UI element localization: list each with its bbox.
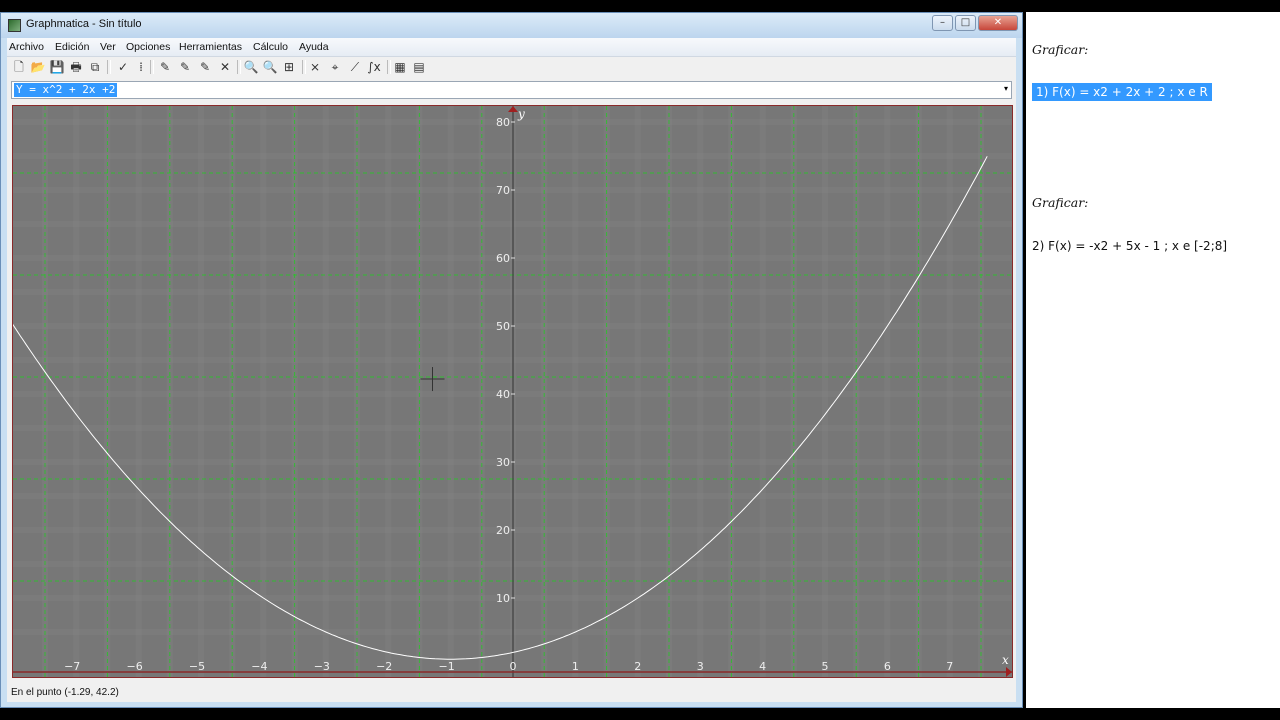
y-tick-label: 40 — [496, 388, 510, 401]
y-tick-label: 10 — [496, 592, 510, 605]
title-bar[interactable]: Graphmatica - Sin título – □ ✕ — [1, 13, 1022, 38]
trace-icon[interactable]: ⌖ — [327, 59, 343, 75]
x-tick-label: −3 — [314, 660, 330, 673]
x-tick-label: 1 — [572, 660, 579, 673]
x-tick-label: −2 — [376, 660, 392, 673]
client-area: Archivo Edición Ver Opciones Herramienta… — [7, 38, 1016, 702]
app-icon — [8, 19, 21, 32]
function-curve — [13, 156, 988, 660]
toolbar-separator — [107, 60, 111, 74]
x-axis-arrow — [1006, 667, 1012, 677]
new-icon[interactable]: 🗋 — [11, 59, 27, 75]
y-tick-label: 20 — [496, 524, 510, 537]
maximize-button[interactable]: □ — [955, 15, 976, 31]
chevron-down-icon[interactable]: ▾ — [1004, 84, 1008, 93]
y-axis-label: y — [517, 107, 525, 121]
note-equation-1: 1) F(x) = x2 + 2x + 2 ; x e R — [1032, 83, 1212, 101]
print-icon[interactable]: 🖶 — [68, 59, 84, 75]
y-axis-arrow — [508, 106, 518, 112]
menu-archivo[interactable]: Archivo — [9, 41, 44, 53]
menu-ver[interactable]: Ver — [100, 41, 116, 53]
menu-ayuda[interactable]: Ayuda — [299, 41, 329, 53]
delete-icon[interactable]: ✕ — [217, 59, 233, 75]
legend-icon[interactable]: ▤ — [411, 59, 427, 75]
toolbar-separator — [237, 60, 241, 74]
menu-opciones[interactable]: Opciones — [126, 41, 170, 53]
x-tick-label: −5 — [189, 660, 205, 673]
tangent-icon[interactable]: ⟋ — [347, 59, 363, 75]
close-button[interactable]: ✕ — [978, 15, 1018, 31]
graph-svg[interactable]: −7 −6 −5 −4 −3 −2 −1 0 1 2 3 4 5 6 7 10 20 30 40 50 60 70 80 x y — [13, 106, 1012, 677]
x-tick-label: −7 — [64, 660, 80, 673]
menu-edicion[interactable]: Edición — [55, 41, 89, 53]
zoom-fit-icon[interactable]: ⊞ — [281, 59, 297, 75]
x-tick-label: 3 — [697, 660, 704, 673]
y-tick-label: 60 — [496, 252, 510, 265]
status-bar: En el punto (-1.29, 42.2) — [7, 684, 1016, 702]
x-tick-label: 7 — [946, 660, 953, 673]
toolbar: 🗋 📂 💾 🖶 ⧉ ✓ ⁞ ✎ ✎ ✎ ✕ 🔍 🔍 ⊞ ⨯ ⌖ ⟋ ∫x ▦ ▤ — [7, 57, 1016, 79]
x-tick-label: −4 — [251, 660, 267, 673]
save-icon[interactable]: 💾 — [49, 59, 65, 75]
toolbar-separator — [302, 60, 306, 74]
menu-bar: Archivo Edición Ver Opciones Herramienta… — [7, 38, 1016, 57]
x-tick-label: −1 — [438, 660, 454, 673]
equation-text[interactable]: Y = x^2 + 2x +2 — [14, 83, 118, 97]
graph-area[interactable]: −7 −6 −5 −4 −3 −2 −1 0 1 2 3 4 5 6 7 10 20 30 40 50 60 70 80 x y — [12, 105, 1013, 678]
y-tick-label: 50 — [496, 320, 510, 333]
toolbar-separator — [387, 60, 391, 74]
x-axis-label: x — [1002, 653, 1009, 667]
open-icon[interactable]: 📂 — [30, 59, 46, 75]
pen-redraw-icon[interactable]: ✎ — [197, 59, 213, 75]
pen-edit-icon[interactable]: ✎ — [177, 59, 193, 75]
table-icon[interactable]: ▦ — [392, 59, 408, 75]
graph-icon[interactable]: ✓ — [115, 59, 131, 75]
note-graficar-1: Graficar: — [1032, 42, 1089, 57]
x-tick-label: 2 — [634, 660, 641, 673]
grid-icon[interactable]: ⁞ — [133, 59, 149, 75]
note-graficar-2: Graficar: — [1032, 195, 1089, 210]
y-tick-label: 30 — [496, 456, 510, 469]
x-tick-label: −6 — [126, 660, 142, 673]
minimize-button[interactable]: – — [932, 15, 953, 31]
menu-calculo[interactable]: Cálculo — [253, 41, 288, 53]
toolbar-separator — [150, 60, 154, 74]
pen-add-icon[interactable]: ✎ — [157, 59, 173, 75]
notes-panel: Graficar: 1) F(x) = x2 + 2x + 2 ; x e R … — [1026, 12, 1280, 708]
status-text: En el punto (-1.29, 42.2) — [11, 687, 119, 698]
copy-icon[interactable]: ⧉ — [87, 59, 103, 75]
equation-input[interactable]: Y = x^2 + 2x +2 ▾ — [11, 81, 1012, 99]
note-equation-2: 2) F(x) = -x2 + 5x - 1 ; x e [-2;8] — [1032, 239, 1228, 253]
integral-icon[interactable]: ∫x — [366, 59, 382, 75]
top-letterbox — [0, 0, 1280, 12]
intersect-icon[interactable]: ⨯ — [307, 59, 323, 75]
zoom-out-icon[interactable]: 🔍 — [262, 59, 278, 75]
y-tick-label: 70 — [496, 184, 510, 197]
x-tick-label: 5 — [822, 660, 829, 673]
bottom-letterbox — [0, 708, 1280, 720]
x-tick-label: 0 — [510, 660, 517, 673]
zoom-in-icon[interactable]: 🔍 — [243, 59, 259, 75]
menu-herramientas[interactable]: Herramientas — [179, 41, 242, 53]
x-tick-label: 6 — [884, 660, 891, 673]
window-title: Graphmatica - Sin título — [26, 18, 142, 30]
x-tick-label: 4 — [759, 660, 766, 673]
y-tick-label: 80 — [496, 116, 510, 129]
graphmatica-window: Graphmatica - Sin título – □ ✕ Archivo E… — [0, 12, 1023, 708]
